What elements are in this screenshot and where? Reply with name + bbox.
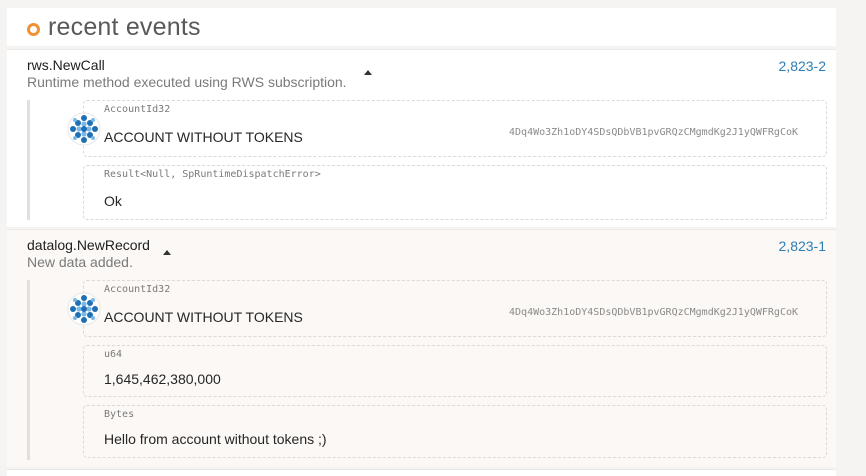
event-row[interactable] bbox=[7, 469, 836, 476]
param-type: AccountId32 bbox=[104, 104, 171, 115]
identicon-icon[interactable] bbox=[67, 112, 101, 146]
event-method: datalog.NewRecord bbox=[27, 237, 150, 253]
param-type: Result<Null, SpRuntimeDispatchError> bbox=[104, 169, 321, 180]
account-address[interactable]: 4Dq4Wo3Zh1oDY4SDsQDbVB1pvGRQzCMgmdKg2J1y… bbox=[509, 127, 798, 138]
caret-up-icon[interactable] bbox=[364, 70, 372, 75]
param-type: Bytes bbox=[104, 409, 135, 420]
param-u64: u64 1,645,462,380,000 bbox=[83, 345, 827, 397]
section-header: recent events bbox=[7, 8, 836, 46]
identicon-icon[interactable] bbox=[67, 292, 101, 326]
account-address[interactable]: 4Dq4Wo3Zh1oDY4SDsQDbVB1pvGRQzCMgmdKg2J1y… bbox=[509, 307, 798, 318]
section-title: recent events bbox=[48, 13, 201, 41]
account-name: ACCOUNT WITHOUT TOKENS bbox=[104, 129, 303, 145]
param-account: AccountId32 ACCOUNT WITHOUT TOKENS 4Dq4W… bbox=[83, 280, 827, 337]
event-description: Runtime method executed using RWS subscr… bbox=[27, 74, 347, 90]
params-indent-bar bbox=[27, 100, 30, 220]
status-dot-icon bbox=[27, 23, 40, 36]
timestamp-value: 1,645,462,380,000 bbox=[104, 371, 221, 387]
event-description: New data added. bbox=[27, 254, 133, 270]
event-row[interactable]: datalog.NewRecord New data added. 2,823-… bbox=[7, 229, 836, 467]
param-type: u64 bbox=[104, 349, 123, 360]
param-type: AccountId32 bbox=[104, 284, 171, 295]
params-indent-bar bbox=[27, 280, 30, 460]
event-id-link[interactable]: 2,823-2 bbox=[779, 58, 826, 74]
recent-events-panel: recent events rws.NewCall Runtime method… bbox=[0, 0, 866, 476]
param-bytes: Bytes Hello from account without tokens … bbox=[83, 405, 827, 458]
event-row[interactable]: rws.NewCall Runtime method executed usin… bbox=[7, 49, 836, 227]
param-result: Result<Null, SpRuntimeDispatchError> Ok bbox=[83, 165, 827, 220]
result-value: Ok bbox=[104, 193, 122, 209]
param-account: AccountId32 ACCOUNT WITHOUT TOKENS 4Dq4W… bbox=[83, 100, 827, 157]
bytes-value: Hello from account without tokens ;) bbox=[104, 431, 327, 447]
event-method: rws.NewCall bbox=[27, 57, 105, 73]
caret-up-icon[interactable] bbox=[163, 250, 171, 255]
account-name: ACCOUNT WITHOUT TOKENS bbox=[104, 309, 303, 325]
event-id-link[interactable]: 2,823-1 bbox=[779, 238, 826, 254]
